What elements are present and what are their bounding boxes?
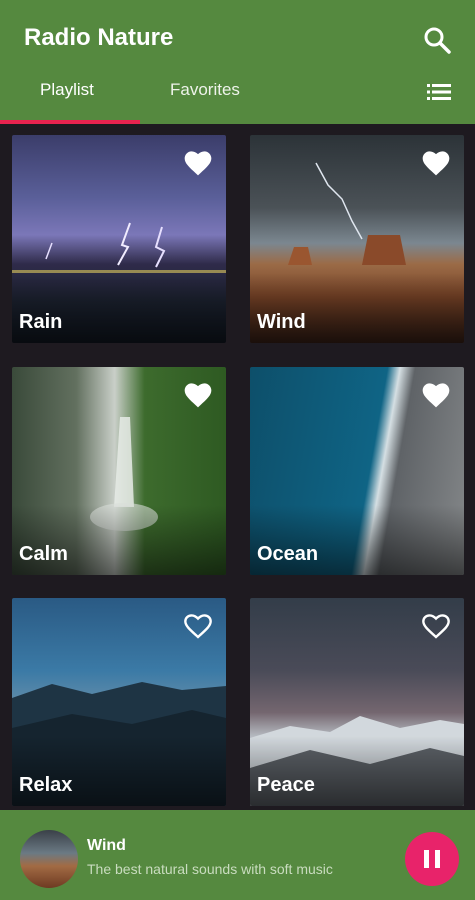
now-playing-artwork xyxy=(20,830,78,888)
station-card-calm[interactable]: Calm xyxy=(12,367,226,575)
now-playing-title: Wind xyxy=(87,837,126,854)
list-view-icon xyxy=(427,84,451,100)
heart-outline-icon[interactable] xyxy=(182,610,214,640)
now-playing-subtitle: The best natural sounds with soft music xyxy=(87,861,333,877)
heart-filled-icon[interactable] xyxy=(182,147,214,177)
tab-favorites[interactable]: Favorites xyxy=(170,80,240,100)
heart-filled-icon[interactable] xyxy=(182,379,214,409)
station-card-peace[interactable]: Peace xyxy=(250,598,464,806)
search-icon xyxy=(424,27,451,54)
station-card-ocean[interactable]: Ocean xyxy=(250,367,464,575)
search-button[interactable] xyxy=(417,20,457,60)
app-title: Radio Nature xyxy=(24,24,174,51)
pause-button[interactable] xyxy=(405,832,459,886)
station-label: Peace xyxy=(257,774,315,796)
station-label: Relax xyxy=(19,774,73,796)
pause-icon xyxy=(421,850,443,868)
station-card-rain[interactable]: Rain xyxy=(12,135,226,343)
station-card-relax[interactable]: Relax xyxy=(12,598,226,806)
now-playing-bar[interactable]: Wind The best natural sounds with soft m… xyxy=(0,810,475,900)
heart-filled-icon[interactable] xyxy=(420,147,452,177)
station-label: Rain xyxy=(19,311,63,333)
station-card-wind[interactable]: Wind xyxy=(250,135,464,343)
station-label: Calm xyxy=(19,543,68,565)
tab-playlist[interactable]: Playlist xyxy=(40,80,94,100)
app-bar: Radio Nature Playlist Favorites xyxy=(0,0,475,124)
heart-filled-icon[interactable] xyxy=(420,379,452,409)
heart-outline-icon[interactable] xyxy=(420,610,452,640)
station-label: Wind xyxy=(257,311,306,333)
station-label: Ocean xyxy=(257,543,319,565)
list-view-button[interactable] xyxy=(425,80,453,104)
